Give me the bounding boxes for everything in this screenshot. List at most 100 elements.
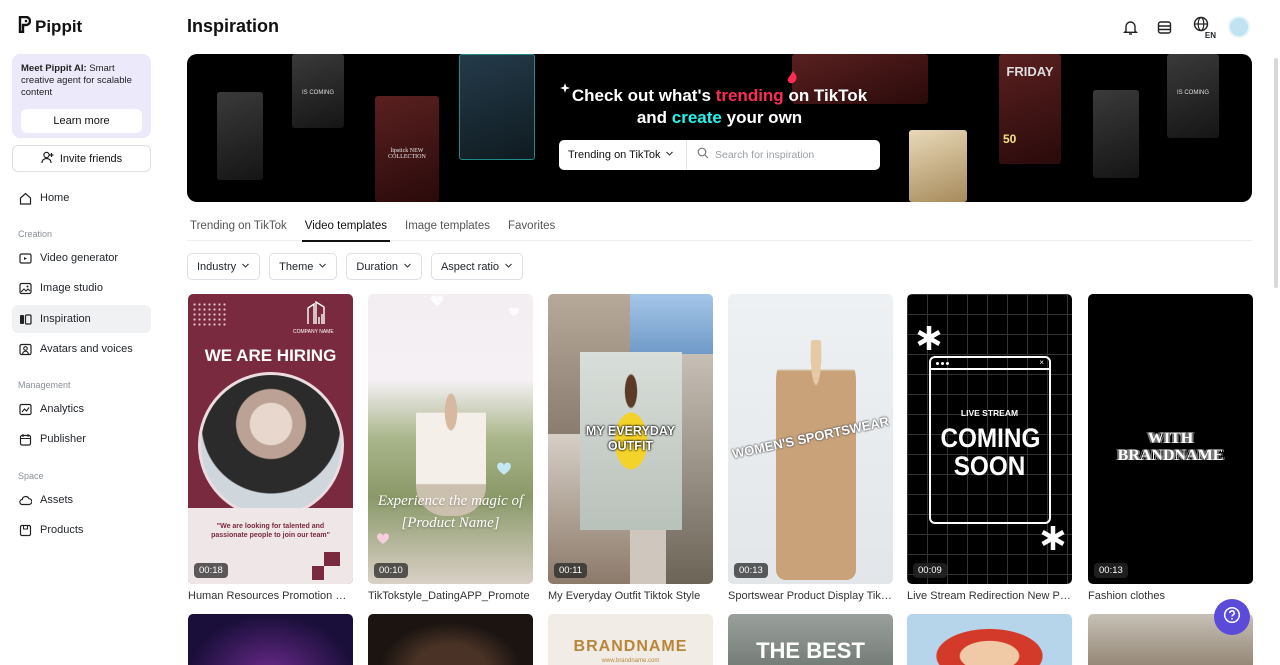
- card-title: Sportswear Product Display TikT...: [728, 590, 893, 602]
- dot-pattern: [192, 302, 226, 328]
- avatar[interactable]: [1228, 16, 1250, 38]
- asterisk-icon: [1039, 524, 1067, 557]
- close-icon: ×: [1039, 358, 1044, 367]
- sidebar-item-avatars-and-voices[interactable]: Avatars and voices: [12, 335, 151, 363]
- sidebar-item-image-studio[interactable]: Image studio: [12, 274, 151, 302]
- filter-industry[interactable]: Industry: [187, 253, 261, 280]
- banner-headline-1: Check out what's trending on TikTok: [187, 85, 1252, 107]
- duration-badge: 00:13: [1094, 563, 1128, 578]
- sidebar-item-label: Image studio: [40, 282, 103, 294]
- template-card[interactable]: WITH BRANDNAME 00:13 Fashion clothes: [1088, 294, 1253, 602]
- card-subheadline: LIVE STREAM: [960, 408, 1019, 418]
- storage-icon[interactable]: [1154, 17, 1174, 37]
- learn-more-button[interactable]: Learn more: [21, 109, 142, 133]
- template-card[interactable]: [907, 614, 1072, 665]
- card-title: Human Resources Promotion Bu...: [188, 590, 353, 602]
- banner-text: your own: [726, 108, 803, 127]
- sidebar-item-label: Products: [40, 524, 84, 536]
- filter-aspect-ratio[interactable]: Aspect ratio: [430, 253, 524, 280]
- language-code: EN: [1204, 31, 1216, 40]
- banner-phone-label: 50: [1003, 132, 1017, 146]
- page-title: Inspiration: [187, 16, 280, 36]
- duration-badge: 00:13: [734, 563, 768, 578]
- sidebar-item-label: Assets: [40, 494, 74, 506]
- filter-duration[interactable]: Duration: [346, 253, 422, 280]
- banner-phone-label: lipstick NEW COLLECTION: [388, 148, 426, 160]
- avatar-icon: [19, 343, 32, 356]
- home-icon: [19, 192, 32, 205]
- video-generator-icon: [19, 252, 32, 265]
- bell-icon[interactable]: [1120, 17, 1140, 37]
- window-bar: ×: [931, 358, 1049, 370]
- analytics-icon: [19, 403, 32, 416]
- template-thumbnail[interactable]: × LIVE STREAM COMING SOON 00:09: [907, 294, 1072, 584]
- filter-bar: Industry Theme Duration Aspect ratio: [187, 253, 524, 280]
- sidebar-item-home[interactable]: Home: [12, 184, 151, 212]
- add-user-icon: [41, 151, 54, 167]
- help-icon: [1223, 606, 1241, 629]
- card-title: TikTokstyle_DatingAPP_Promote: [368, 590, 530, 602]
- sidebar-item-inspiration[interactable]: Inspiration: [12, 305, 151, 333]
- tab-video-templates[interactable]: Video templates: [301, 210, 391, 242]
- card-headline: BRANDNAME: [573, 638, 688, 655]
- tab-trending-on-tiktok[interactable]: Trending on TikTok: [187, 210, 290, 241]
- trending-banner: IS COMING lipstick NEW COLLECTION FRIDAY…: [187, 54, 1252, 202]
- invite-label: Invite friends: [59, 152, 123, 165]
- card-headline: THE BEST: [756, 638, 865, 663]
- sidebar-item-label: Publisher: [40, 433, 86, 445]
- card-headline: WITH BRANDNAME: [1117, 430, 1224, 464]
- language-button[interactable]: EN: [1188, 16, 1216, 40]
- template-thumbnail[interactable]: WITH BRANDNAME 00:13: [1088, 294, 1253, 584]
- template-card[interactable]: MY EVERYDAY OUTFIT 00:11 My Everyday Out…: [548, 294, 713, 602]
- heart-icon: [376, 532, 390, 550]
- sidebar-item-publisher[interactable]: Publisher: [12, 425, 151, 453]
- filter-label: Industry: [197, 260, 237, 273]
- company-name: COMPANY NAME: [293, 329, 334, 335]
- banner-text: Check out what's: [571, 86, 711, 105]
- card-headline: COMING SOON: [940, 423, 1041, 481]
- card-title: My Everyday Outfit Tiktok Style: [548, 590, 701, 602]
- banner-headline-2: and create your own: [187, 107, 1252, 129]
- invite-friends-button[interactable]: Invite friends: [12, 145, 151, 172]
- card-headline: Experience the magic of [Product Name]: [377, 493, 524, 531]
- card-quote: "We are looking for talented and passion…: [211, 523, 330, 539]
- sidebar-item-assets[interactable]: Assets: [12, 486, 151, 514]
- template-card[interactable]: [188, 614, 353, 665]
- heart-icon: [508, 304, 520, 322]
- box-icon: [19, 524, 32, 537]
- sidebar-item-label: Inspiration: [40, 313, 91, 325]
- section-label-space: Space: [18, 471, 44, 481]
- template-thumbnail[interactable]: Experience the magic of [Product Name] 0…: [368, 294, 533, 584]
- filter-theme[interactable]: Theme: [269, 253, 338, 280]
- chevron-down-icon: [665, 149, 674, 161]
- template-card[interactable]: COMPANY NAME WE ARE HIRING "We are looki…: [188, 294, 353, 602]
- dot-icon: [936, 361, 939, 365]
- template-thumbnail[interactable]: WOMEN'S SPORTSWEAR 00:13: [728, 294, 893, 584]
- sidebar-item-products[interactable]: Products: [12, 516, 151, 544]
- app-logo[interactable]: Pippit: [18, 15, 82, 38]
- sidebar-item-label: Avatars and voices: [40, 343, 133, 355]
- promo-title: Meet Pippit AI:: [21, 63, 87, 74]
- sidebar-item-analytics[interactable]: Analytics: [12, 395, 151, 423]
- template-card[interactable]: THE BEST: [728, 614, 893, 665]
- template-card[interactable]: [368, 614, 533, 665]
- page-scrollbar[interactable]: [1274, 58, 1278, 288]
- template-thumbnail[interactable]: MY EVERYDAY OUTFIT 00:11: [548, 294, 713, 584]
- collage-photo: [630, 294, 713, 354]
- template-card[interactable]: Experience the magic of [Product Name] 0…: [368, 294, 533, 602]
- template-card[interactable]: × LIVE STREAM COMING SOON 00:09 Live Str…: [907, 294, 1072, 602]
- search-input[interactable]: [709, 140, 880, 170]
- template-card[interactable]: WOMEN'S SPORTSWEAR 00:13 Sportswear Prod…: [728, 294, 893, 602]
- chevron-down-icon: [318, 261, 327, 273]
- filter-label: Aspect ratio: [440, 260, 500, 273]
- template-card[interactable]: BRANDNAME www.brandname.com: [548, 614, 713, 665]
- tab-favorites[interactable]: Favorites: [505, 210, 558, 241]
- template-thumbnail[interactable]: COMPANY NAME WE ARE HIRING "We are looki…: [188, 294, 353, 584]
- model-figure: [776, 340, 856, 580]
- cloud-icon: [19, 494, 32, 507]
- tab-image-templates[interactable]: Image templates: [402, 210, 493, 241]
- sidebar-item-video-generator[interactable]: Video generator: [12, 244, 151, 272]
- inspiration-icon: [19, 313, 32, 326]
- help-button[interactable]: [1214, 599, 1250, 635]
- search-category-select[interactable]: Trending on TikTok: [559, 140, 687, 170]
